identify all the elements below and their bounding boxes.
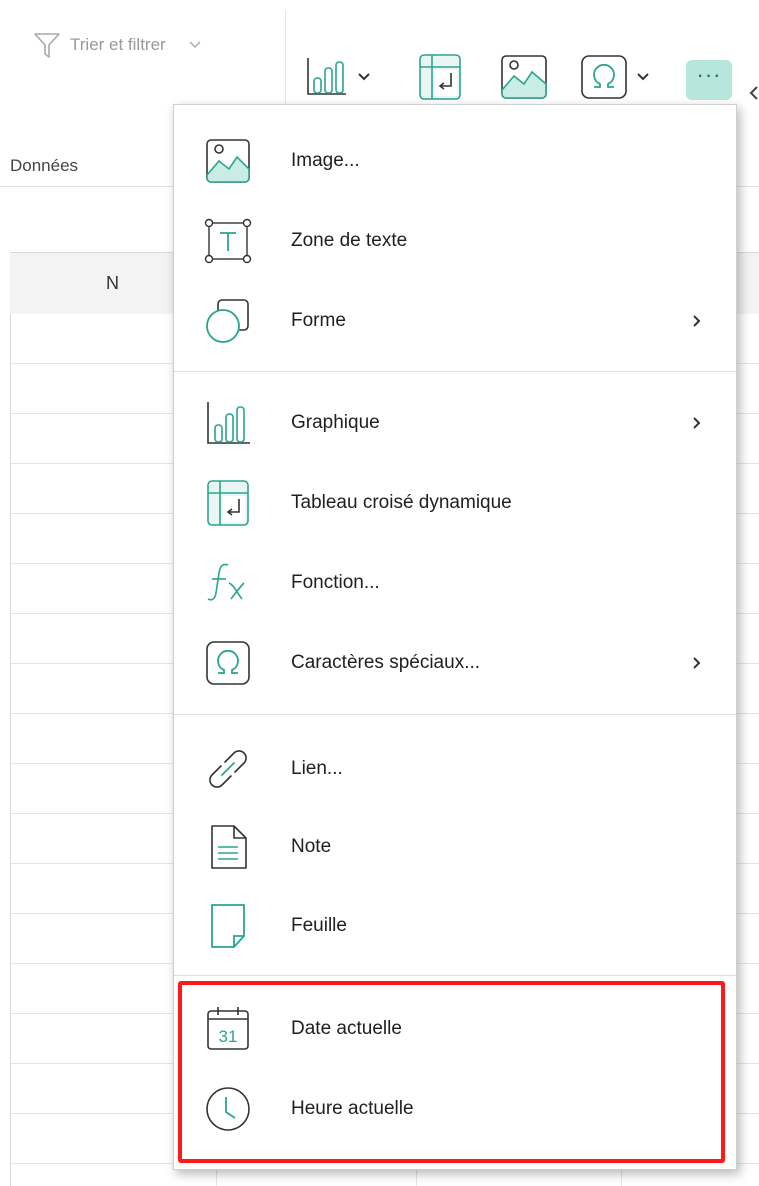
menu-item-link[interactable]: Lien... <box>174 729 736 809</box>
scroll-left-arrow-icon[interactable] <box>748 85 759 101</box>
function-icon <box>207 563 245 601</box>
menu-item-shape[interactable]: Forme <box>174 281 736 361</box>
menu-item-label: Fonction... <box>291 572 380 593</box>
special-characters-button[interactable] <box>580 52 650 102</box>
menu-item-image[interactable]: Image... <box>174 121 736 201</box>
menu-item-chart[interactable]: Graphique <box>174 383 736 463</box>
chart-icon <box>307 58 346 95</box>
menu-separator <box>174 371 736 372</box>
menu-item-sheet[interactable]: Feuille <box>174 886 736 966</box>
pivot-table-button[interactable] <box>418 52 462 102</box>
menu-item-label: Feuille <box>291 915 347 936</box>
more-options-button[interactable]: ··· <box>686 60 732 100</box>
chevron-down-icon <box>358 73 370 81</box>
pivot-table-icon <box>419 54 461 100</box>
group-label-donnees: Données <box>10 156 79 175</box>
highlight-box <box>178 981 725 1163</box>
menu-item-pivot-table[interactable]: Tableau croisé dynamique <box>174 463 736 543</box>
chart-icon <box>207 402 250 444</box>
chevron-down-icon <box>189 41 201 49</box>
sort-filter-button[interactable]: Trier et filtrer <box>32 30 202 60</box>
menu-item-text-box[interactable]: Zone de texte <box>174 201 736 281</box>
chevron-right-icon <box>693 417 701 429</box>
menu-item-label: Image... <box>291 150 360 171</box>
image-button[interactable] <box>500 52 548 102</box>
image-icon <box>501 55 547 99</box>
sheet-icon <box>211 904 245 948</box>
menu-item-label: Tableau croisé dynamique <box>291 492 512 513</box>
omega-icon <box>581 55 627 99</box>
menu-item-label: Forme <box>291 310 346 331</box>
sort-filter-label: Trier et filtrer <box>70 35 166 54</box>
text-box-icon <box>204 218 252 264</box>
chart-button[interactable] <box>305 52 371 102</box>
chevron-right-icon <box>693 315 701 327</box>
shape-icon <box>206 299 249 343</box>
menu-item-label: Caractères spéciaux... <box>291 652 481 673</box>
menu-item-special-characters[interactable]: Caractères spéciaux... <box>174 623 736 703</box>
menu-separator <box>174 975 736 976</box>
chevron-right-icon <box>693 657 701 669</box>
omega-icon <box>206 641 250 685</box>
note-icon <box>211 825 247 869</box>
menu-item-label: Graphique <box>291 412 380 433</box>
menu-item-label: Zone de texte <box>291 230 408 251</box>
menu-item-note[interactable]: Note <box>174 807 736 887</box>
menu-item-label: Lien... <box>291 758 343 779</box>
menu-item-function[interactable]: Fonction... <box>174 543 736 623</box>
menu-separator <box>174 714 736 715</box>
more-dots-icon: ··· <box>696 62 722 87</box>
pivot-table-icon <box>207 480 249 526</box>
filter-icon <box>34 33 60 58</box>
chevron-down-icon <box>637 73 649 81</box>
link-icon <box>209 750 247 788</box>
image-icon <box>206 139 250 183</box>
menu-item-label: Note <box>291 836 332 857</box>
